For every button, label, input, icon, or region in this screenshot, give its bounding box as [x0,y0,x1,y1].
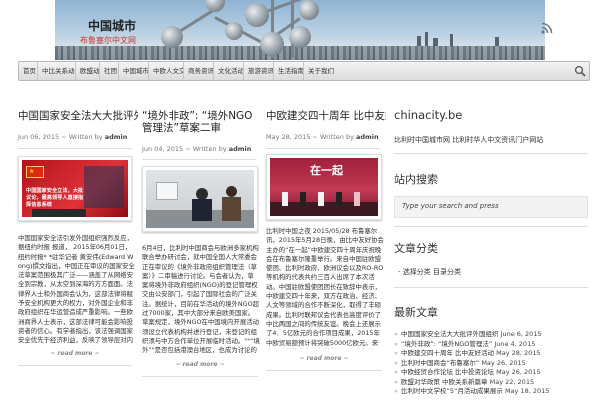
post-thumbnail-2[interactable] [142,166,258,232]
recent-post-title[interactable]: “境外非政”: “境外NGO管理法” [401,340,492,348]
post-written-by-2: Written by [192,145,227,153]
post-thumbnail-1[interactable]: ★ 中国国家安全立法，大批议论，最高领导人直接指挥信息系统 [18,156,132,221]
post-written-by-1: Written by [68,133,103,141]
nav-item-culture-exchange[interactable]: 中欧人文交流 [149,62,184,80]
search-input[interactable]: Type your search and press [394,196,588,218]
nav-item-life[interactable]: 生活指南 [274,62,304,80]
search-icon[interactable] [574,65,586,77]
post-thumbnail-caption-3: 在一起 [310,164,343,177]
nav-item-relations[interactable]: 中比关系动态 [38,62,76,80]
nav-item-business[interactable]: 商务资讯 [184,62,214,80]
recent-post-item[interactable]: 中欧建交四十周年 比中友好活动 May 28, 2015 [394,349,594,359]
recent-posts-list: 中国国家安全法大大批评外国组织 June 6, 2015 “境外非政”: “境外… [394,330,594,397]
recent-post-item[interactable]: “境外非政”: “境外NGO管理法” June 4, 2015 [394,340,594,350]
recent-post-date: May 18, 2015 [504,387,550,395]
recent-post-title[interactable]: 中欧建交四十周年 比中友好活动 [401,349,494,357]
post-date-3: May 28, 2015 [266,133,311,141]
post-written-by-3: Written by [320,133,354,141]
post-excerpt-3: 比利时中国之夜 2015/05/28 布鲁塞尔讯，2015年5月28日晚，由比中… [266,227,384,349]
read-more-link-1[interactable]: ~ read more ~ [18,350,132,357]
recent-post-title[interactable]: 中国国家安全法大大批评外国组织 [401,330,499,338]
post-excerpt-2: 6月4日，比利时中国商会与欧洲多家机构联合举办研讨会，就中国全国人大常委会正在审… [142,244,260,355]
read-more-link-2[interactable]: ~ read more ~ [142,361,258,368]
nav-item-events[interactable]: 文化活动 [214,62,244,80]
main-nav: 首页 中比关系动态 欧盟动态 社团 中国城市 中欧人文交流 商务资讯 文化活动 … [18,61,590,81]
post-author-3[interactable]: admin [356,133,379,141]
sidebar-category-heading: 文章分类 [394,242,438,255]
recent-post-title[interactable]: 欧盟对华政策 中欧关系新篇章 [401,378,488,386]
nav-item-cities[interactable]: 中国城市 [119,62,149,80]
sidebar-site-description: 比利时中国城市网 比利时华人中文资讯门户网站 [394,136,544,144]
nav-item-about[interactable]: 关于我们 [304,62,336,80]
post-thumbnail-caption-1: 中国国家安全立法，大批议论，最高领导人直接指挥信息系统 [26,188,84,208]
post-meta-2: Jun 04, 2015 ~ Written by admin [142,145,252,153]
sidebar-site-name: chinacity.be [394,108,463,122]
post-date-1: Jun 06, 2015 [18,133,60,141]
nav-item-home[interactable]: 首页 [19,62,38,80]
category-select[interactable]: - 选择分类 目录分类 [398,267,461,277]
post-thumbnail-3[interactable]: 在一起 [266,154,382,220]
post-date-2: Jun 04, 2015 [142,145,184,153]
recent-post-item[interactable]: 比利时中文学校“5”月活动成果展示 May 18, 2015 [394,387,594,397]
post-author-2[interactable]: admin [229,145,252,153]
sidebar-recent-heading: 最新文章 [394,306,438,319]
recent-post-title[interactable]: 比利时中文学校“5”月活动成果展示 [401,387,503,395]
recent-post-date: June 6, 2015 [500,330,542,338]
site-tagline: 布鲁塞尔中文网 [80,36,136,45]
post-meta-1: Jun 06, 2015 ~ Written by admin [18,133,128,141]
post-title-2[interactable]: “境外非政”: “境外NGO管理法”草案二审 [142,110,260,136]
recent-post-date: May 28, 2015 [496,349,541,357]
recent-post-date: June 4, 2015 [494,339,536,348]
recent-post-date: May 26, 2015 [481,358,526,367]
site-title[interactable]: 中国城市 [88,17,136,34]
recent-post-item[interactable]: 中国国家安全法大大批评外国组织 June 6, 2015 [394,330,594,340]
read-more-link-3[interactable]: ~ read more ~ [266,355,382,362]
post-title-3[interactable]: 中欧建交四十周年 比中友好活动 [266,110,386,124]
nav-item-community[interactable]: 社团 [100,62,119,80]
post-title-1[interactable]: 中国国家安全法大大批评外国组织 [18,110,138,124]
recent-post-date: May 26, 2015 [496,368,541,376]
nav-item-eu[interactable]: 欧盟动态 [76,62,100,80]
recent-post-date: May 22, 2015 [489,377,535,386]
recent-post-item[interactable]: 欧盟对华政策 中欧关系新篇章 May 22, 2015 [394,378,594,388]
nav-item-travel[interactable]: 旅游资讯 [244,62,274,80]
sidebar-search-heading: 站内搜索 [394,173,438,186]
post-author-1[interactable]: admin [105,133,128,141]
rss-icon[interactable] [541,22,555,34]
post-meta-3: May 28, 2015 ~ Written by admin [266,133,379,141]
recent-post-item[interactable]: 比利时中国商会“布鲁塞尔” May 26, 2015 [394,359,594,369]
recent-post-title[interactable]: 比利时中国商会“布鲁塞尔” [401,359,479,367]
post-excerpt-1: 中国国家安全法引发外国组织强烈反应，据纽约时报 报道， 2015年06月01日，… [18,234,135,346]
recent-post-title[interactable]: 中欧经贸合作论坛 比中投资论坛 [401,368,494,376]
recent-post-item[interactable]: 中欧经贸合作论坛 比中投资论坛 May 26, 2015 [394,368,594,378]
